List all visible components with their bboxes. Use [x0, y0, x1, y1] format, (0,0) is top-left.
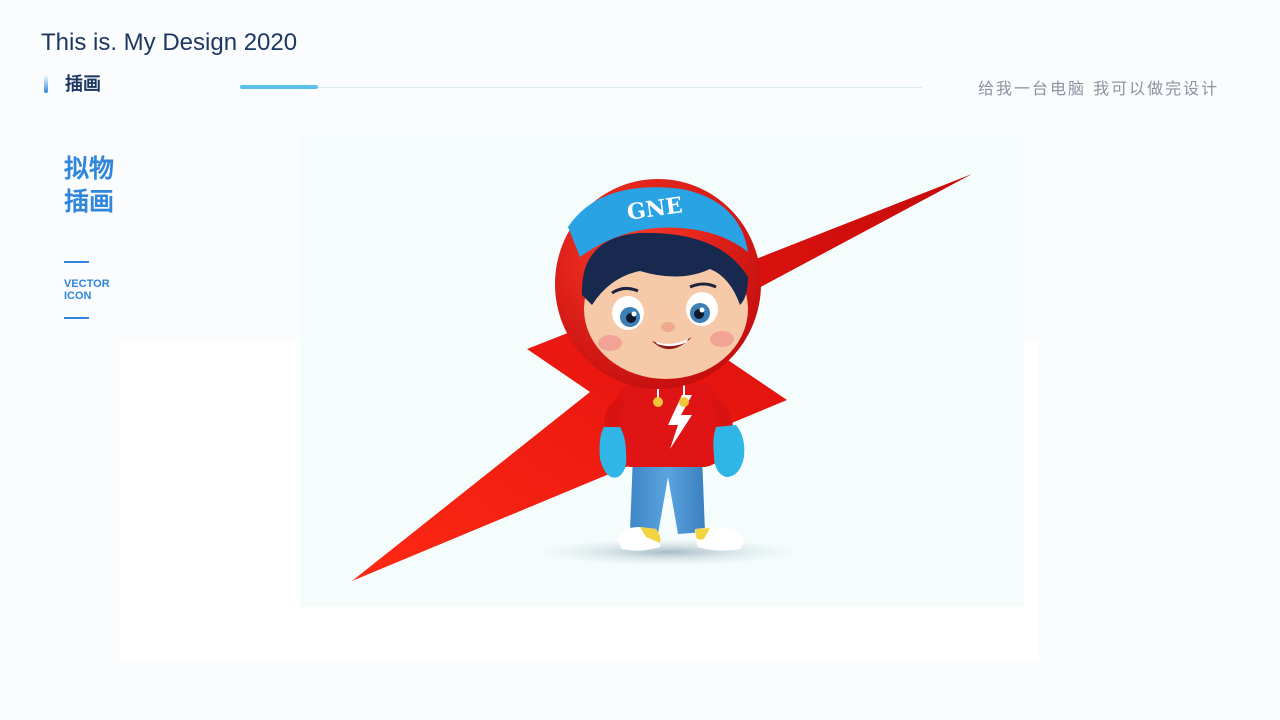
category-dash-top	[64, 261, 89, 263]
category-dash-bottom	[64, 317, 89, 319]
category-subtitle: VECTOR ICON	[64, 278, 110, 302]
mascot-right-glove	[713, 425, 745, 477]
category-subtitle-line2: ICON	[64, 290, 92, 302]
category-subtitle-line1: VECTOR	[64, 278, 110, 290]
header-slogan: 给我一台电脑 我可以做完设计	[978, 79, 1220, 98]
ground-shadow	[534, 538, 802, 566]
page-title: This is. My Design 2020	[41, 29, 298, 56]
mascot-illustration: GNE	[300, 137, 1024, 607]
header-divider-progress	[240, 85, 318, 89]
header-divider	[240, 87, 922, 88]
section-marker-icon	[44, 74, 48, 93]
category-title: 拟物 插画	[64, 152, 114, 218]
mascot-svg: GNE	[352, 174, 972, 581]
mascot-hoodie-body	[609, 379, 726, 467]
category-title-line2: 插画	[64, 187, 115, 216]
section-label: 插画	[65, 74, 101, 95]
category-title-line1: 拟物	[64, 154, 115, 183]
